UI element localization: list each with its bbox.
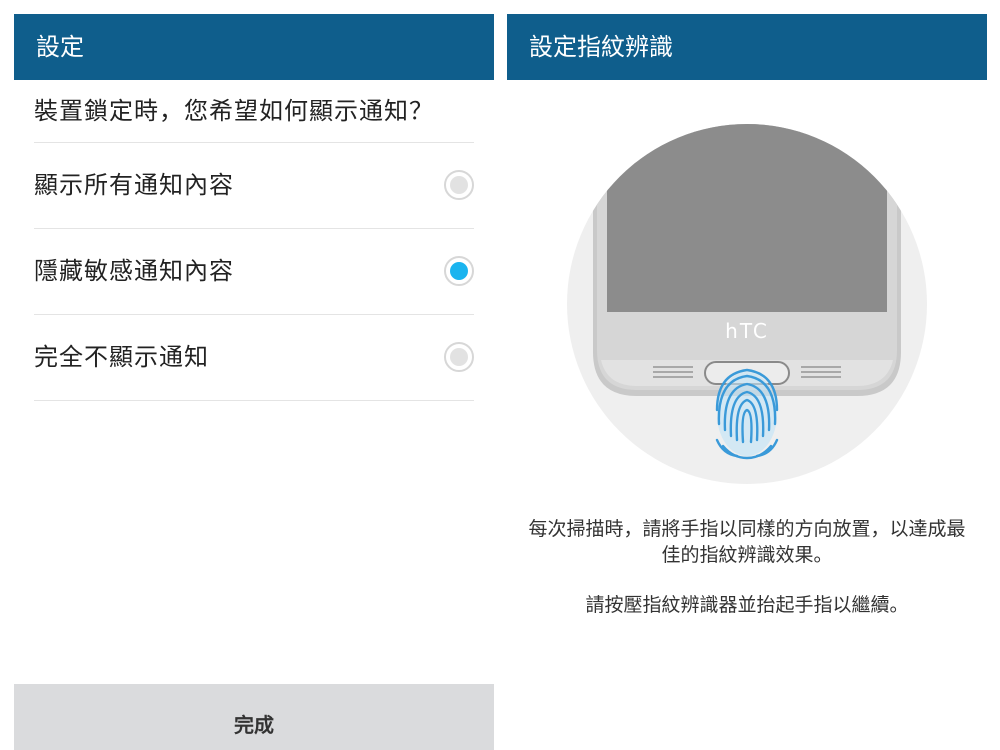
option-hide-sensitive[interactable]: 隱藏敏感通知內容 [34, 229, 474, 315]
radio-selected-icon[interactable] [444, 256, 474, 286]
option-show-all[interactable]: 顯示所有通知內容 [34, 143, 474, 229]
phone-graphic [593, 124, 901, 396]
done-button[interactable]: 完成 [14, 684, 494, 750]
notification-settings-screen: 設定 裝置鎖定時，您希望如何顯示通知？ 顯示所有通知內容 隱藏敏感通知內容 完全… [14, 14, 494, 750]
speaker-grille-right [801, 366, 841, 378]
speaker-grille-left [653, 366, 693, 378]
instruction-text: 每次掃描時，請將手指以同樣的方向放置，以達成最佳的指紋辨識效果。 [528, 518, 966, 566]
option-label: 完全不顯示通知 [34, 343, 209, 371]
app-bar: 設定 [14, 14, 494, 80]
fingerprint-sensor-illustration: hTC [567, 124, 927, 484]
page-title: 設定指紋辨識 [529, 33, 673, 61]
instruction-press-sensor: 請按壓指紋辨識器並抬起手指以繼續。 [585, 594, 909, 616]
option-label: 顯示所有通知內容 [34, 171, 234, 199]
option-hide-all[interactable]: 完全不顯示通知 [34, 315, 474, 401]
option-label: 隱藏敏感通知內容 [34, 257, 234, 285]
fingerprint-setup-screen: 設定指紋辨識 hTC 每次掃描時，請將手指以同樣的方向放置，以達成最佳的指紋辨識… [507, 14, 987, 750]
lock-notification-question: 裝置鎖定時，您希望如何顯示通知？ [34, 80, 474, 143]
phone-brand-logo: hTC [725, 319, 769, 343]
app-bar: 設定指紋辨識 [507, 14, 987, 80]
phone-screen [607, 124, 887, 312]
page-title: 設定 [36, 33, 84, 61]
radio-unselected-icon[interactable] [444, 170, 474, 200]
radio-unselected-icon[interactable] [444, 342, 474, 372]
